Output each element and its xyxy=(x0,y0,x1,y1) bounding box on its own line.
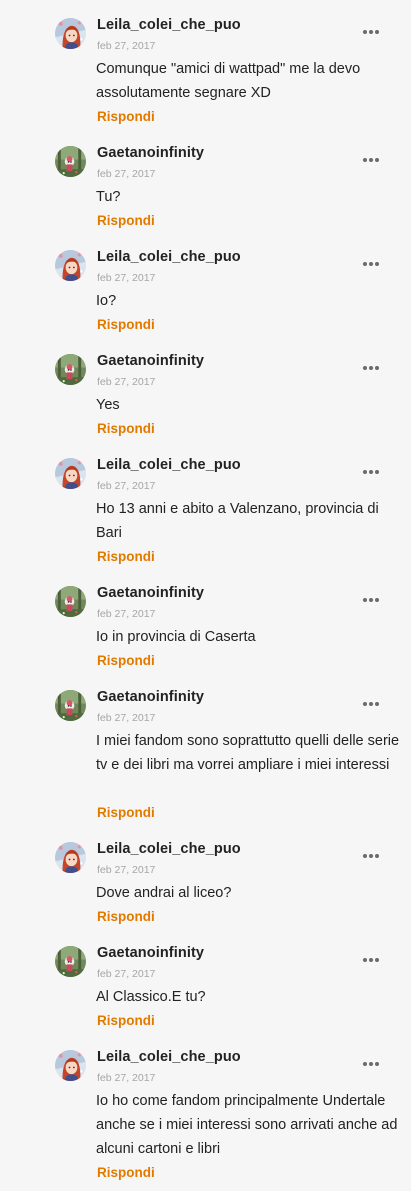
comment-text: Dove andrai al liceo? xyxy=(96,885,232,901)
reply-button[interactable]: Rispondi xyxy=(97,317,155,332)
comment-date: feb 27, 2017 xyxy=(97,376,156,388)
more-options-icon[interactable] xyxy=(362,854,382,860)
username[interactable]: Gaetanoinfinity xyxy=(97,353,204,369)
comment-date: feb 27, 2017 xyxy=(97,168,156,180)
comment-text: I miei fandom sono soprattutto quelli de… xyxy=(96,733,400,773)
comment-date: feb 27, 2017 xyxy=(97,712,156,724)
avatar[interactable] xyxy=(55,1050,86,1081)
avatar[interactable] xyxy=(55,586,86,617)
comment-text: Al Classico.E tu? xyxy=(96,989,206,1005)
avatar[interactable] xyxy=(55,842,86,873)
reply-button[interactable]: Rispondi xyxy=(97,213,155,228)
reply-button[interactable]: Rispondi xyxy=(97,805,155,820)
comment-text: Yes xyxy=(96,397,120,413)
avatar[interactable] xyxy=(55,690,86,721)
reply-button[interactable]: Rispondi xyxy=(97,1013,155,1028)
avatar[interactable] xyxy=(55,946,86,977)
reply-button[interactable]: Rispondi xyxy=(97,109,155,124)
username[interactable]: Leila_colei_che_puo xyxy=(97,1049,241,1065)
comment-date: feb 27, 2017 xyxy=(97,272,156,284)
more-options-icon[interactable] xyxy=(362,262,382,268)
username[interactable]: Leila_colei_che_puo xyxy=(97,17,241,33)
username[interactable]: Leila_colei_che_puo xyxy=(97,457,241,473)
more-options-icon[interactable] xyxy=(362,158,382,164)
reply-button[interactable]: Rispondi xyxy=(97,549,155,564)
reply-button[interactable]: Rispondi xyxy=(97,421,155,436)
comment-date: feb 27, 2017 xyxy=(97,1072,156,1084)
comment-text: Ho 13 anni e abito a Valenzano, provinci… xyxy=(96,501,379,541)
comment-text: Tu? xyxy=(96,189,121,205)
comment-text: Io in provincia di Caserta xyxy=(96,629,256,645)
avatar[interactable] xyxy=(55,18,86,49)
comment-text: Io ho come fandom principalmente Underta… xyxy=(96,1093,398,1157)
comment-date: feb 27, 2017 xyxy=(97,40,156,52)
comment-date: feb 27, 2017 xyxy=(97,480,156,492)
avatar[interactable] xyxy=(55,146,86,177)
more-options-icon[interactable] xyxy=(362,702,382,708)
comment-text: Io? xyxy=(96,293,117,309)
more-options-icon[interactable] xyxy=(362,30,382,36)
more-options-icon[interactable] xyxy=(362,598,382,604)
username[interactable]: Gaetanoinfinity xyxy=(97,145,204,161)
comment-date: feb 27, 2017 xyxy=(97,864,156,876)
more-options-icon[interactable] xyxy=(362,1062,382,1068)
reply-button[interactable]: Rispondi xyxy=(97,909,155,924)
username[interactable]: Gaetanoinfinity xyxy=(97,689,204,705)
comment-date: feb 27, 2017 xyxy=(97,968,156,980)
avatar[interactable] xyxy=(55,250,86,281)
more-options-icon[interactable] xyxy=(362,958,382,964)
more-options-icon[interactable] xyxy=(362,470,382,476)
avatar[interactable] xyxy=(55,458,86,489)
avatar[interactable] xyxy=(55,354,86,385)
username[interactable]: Gaetanoinfinity xyxy=(97,585,204,601)
reply-button[interactable]: Rispondi xyxy=(97,1165,155,1180)
username[interactable]: Leila_colei_che_puo xyxy=(97,841,241,857)
reply-button[interactable]: Rispondi xyxy=(97,653,155,668)
comment-date: feb 27, 2017 xyxy=(97,608,156,620)
more-options-icon[interactable] xyxy=(362,366,382,372)
username[interactable]: Leila_colei_che_puo xyxy=(97,249,241,265)
comment-text: Comunque "amici di wattpad" me la devo a… xyxy=(96,61,361,101)
username[interactable]: Gaetanoinfinity xyxy=(97,945,204,961)
